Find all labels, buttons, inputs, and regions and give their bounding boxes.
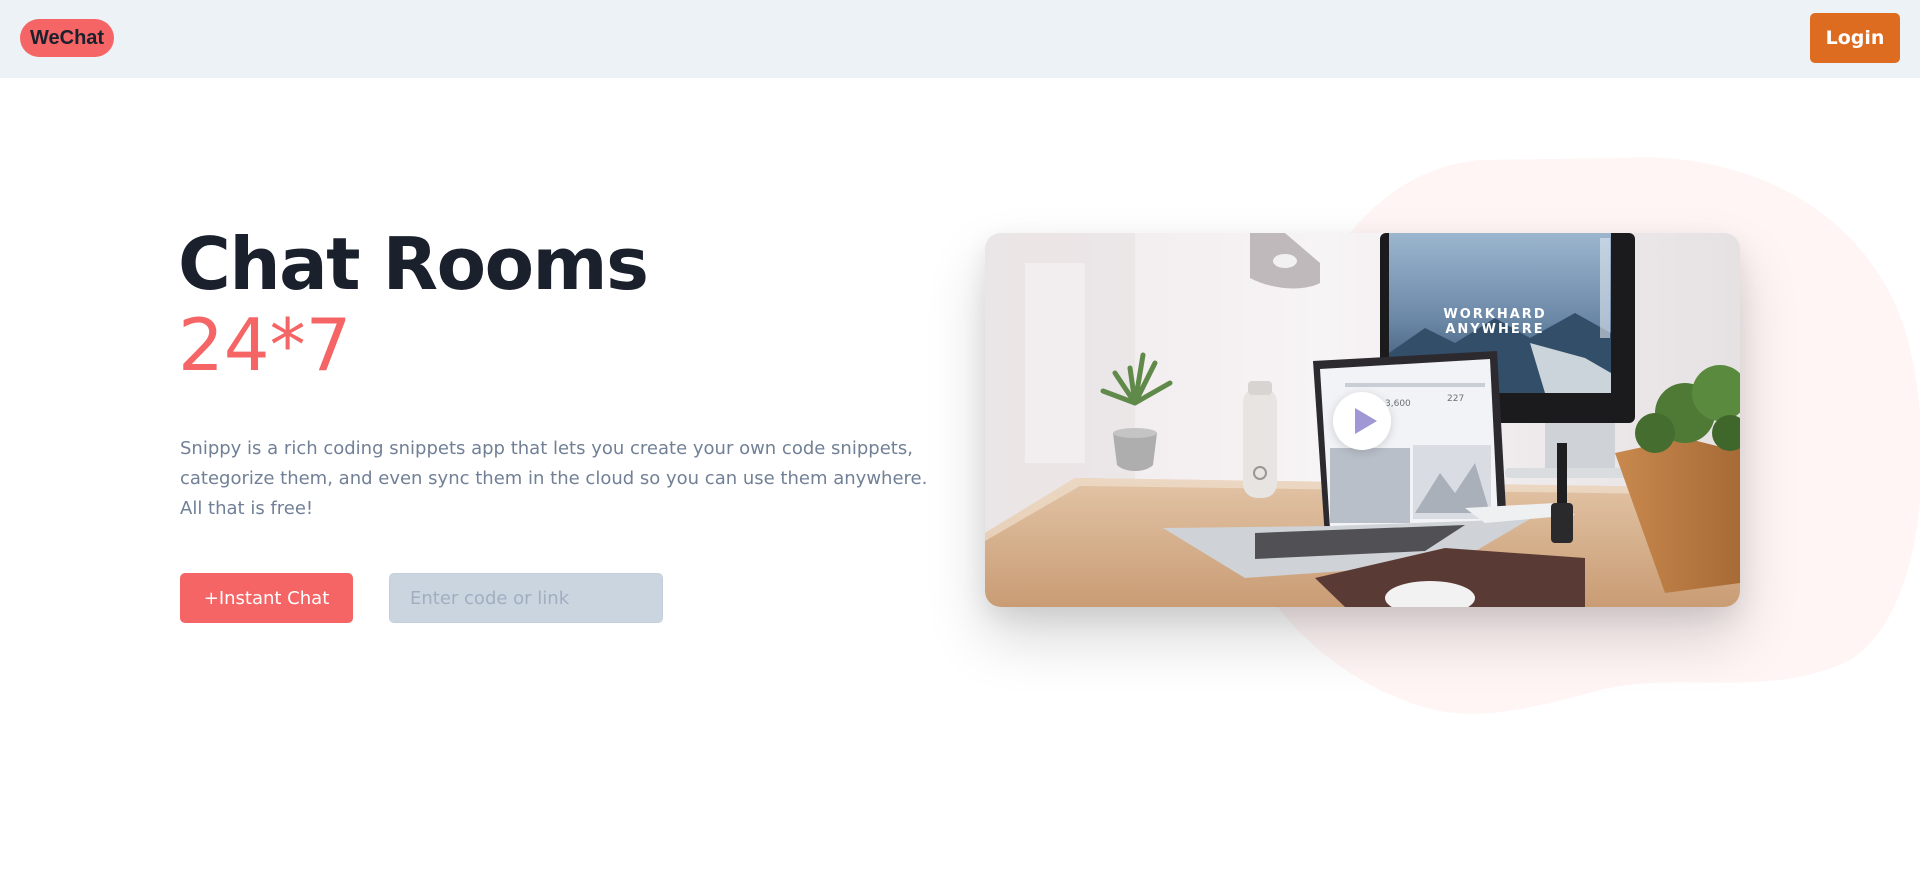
play-button[interactable] bbox=[1333, 392, 1391, 450]
svg-text:227: 227 bbox=[1447, 394, 1464, 404]
instant-chat-button[interactable]: +Instant Chat bbox=[180, 573, 353, 623]
hero-title: Chat Rooms bbox=[178, 222, 649, 306]
hero-subtitle: 24*7 bbox=[178, 303, 352, 387]
play-icon bbox=[1355, 408, 1377, 434]
navbar: WeChat Login bbox=[0, 0, 1920, 78]
logo[interactable]: WeChat bbox=[20, 19, 115, 57]
login-button[interactable]: Login bbox=[1810, 13, 1900, 63]
svg-text:3,600: 3,600 bbox=[1385, 399, 1411, 409]
svg-text:ANYWHERE: ANYWHERE bbox=[1445, 322, 1544, 337]
screen-text: WORKHARD bbox=[1443, 307, 1546, 322]
code-input[interactable] bbox=[389, 573, 663, 623]
hero-description: Snippy is a rich coding snippets app tha… bbox=[180, 438, 928, 519]
